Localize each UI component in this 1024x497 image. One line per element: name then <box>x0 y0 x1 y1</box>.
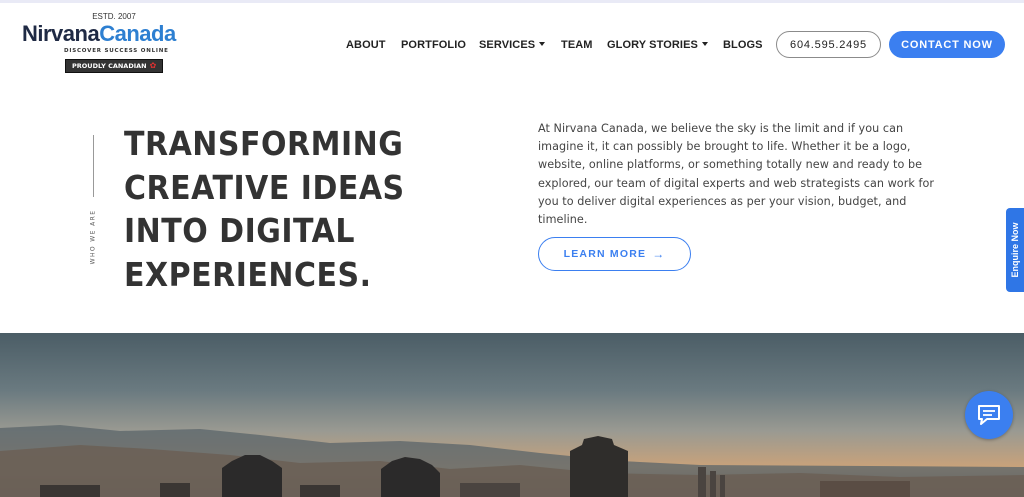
learn-more-label: LEARN MORE <box>563 248 647 260</box>
logo-name-part2: Canada <box>99 21 176 46</box>
nav-item-blogs[interactable]: BLOGS <box>723 39 763 51</box>
skyline-illustration <box>0 425 1024 497</box>
logo-established: ESTD. 2007 <box>92 12 136 21</box>
phone-number: 604.595.2495 <box>790 38 867 51</box>
nav-item-team[interactable]: TEAM <box>561 39 593 51</box>
logo-wordmark: NirvanaCanada <box>22 21 176 47</box>
enquire-now-tab[interactable]: Enquire Now <box>1006 208 1024 292</box>
chevron-down-icon <box>539 42 546 47</box>
nav-item-label: PORTFOLIO <box>401 39 467 51</box>
enquire-now-label: Enquire Now <box>1010 222 1020 278</box>
badge-label: PROUDLY CANADIAN <box>72 62 147 70</box>
maple-leaf-icon: ✿ <box>149 61 157 70</box>
logo-tagline: DISCOVER SUCCESS ONLINE <box>64 48 169 54</box>
headline-line: TRANSFORMING <box>124 125 404 164</box>
arrow-right-icon: → <box>652 247 666 261</box>
nav-item-label: ABOUT <box>346 39 386 51</box>
headline-line: CREATIVE IDEAS <box>124 168 405 208</box>
hero-intro-text: At Nirvana Canada, we believe the sky is… <box>538 122 935 227</box>
nav-item-about[interactable]: ABOUT <box>346 39 386 51</box>
chevron-down-icon <box>701 42 708 47</box>
logo-name-part1: Nirvana <box>22 21 100 46</box>
nav-item-portfolio[interactable]: PORTFOLIO <box>401 39 466 51</box>
learn-more-button[interactable]: LEARN MORE → <box>538 237 691 271</box>
side-divider <box>93 135 94 197</box>
headline-line: EXPERIENCES. <box>124 255 372 295</box>
proudly-canadian-badge: PROUDLY CANADIAN ✿ <box>65 59 164 73</box>
contact-now-label: CONTACT NOW <box>901 38 993 51</box>
chat-bubble-icon <box>978 405 1000 425</box>
nav-item-label: GLORY STORIES <box>607 39 698 51</box>
phone-button[interactable]: 604.595.2495 <box>776 31 881 58</box>
city-skyline-photo <box>0 333 1024 497</box>
site-header: ESTD. 2007 NirvanaCanada DISCOVER SUCCES… <box>0 3 1024 80</box>
chat-button[interactable] <box>965 391 1013 439</box>
nav-item-services[interactable]: SERVICES <box>479 39 546 51</box>
who-we-are-label: WHO WE ARE <box>89 209 97 265</box>
hero-headline: TRANSFORMING CREATIVE IDEAS INTO DIGITAL… <box>124 123 484 297</box>
nav-item-label: BLOGS <box>723 39 763 51</box>
nav-item-label: SERVICES <box>479 39 536 51</box>
contact-now-button[interactable]: CONTACT NOW <box>889 31 1005 58</box>
headline-line: INTO DIGITAL <box>124 212 355 251</box>
nav-item-glory-stories[interactable]: GLORY STORIES <box>607 39 708 51</box>
site-logo[interactable]: ESTD. 2007 NirvanaCanada DISCOVER SUCCES… <box>22 12 212 74</box>
nav-item-label: TEAM <box>561 39 593 51</box>
